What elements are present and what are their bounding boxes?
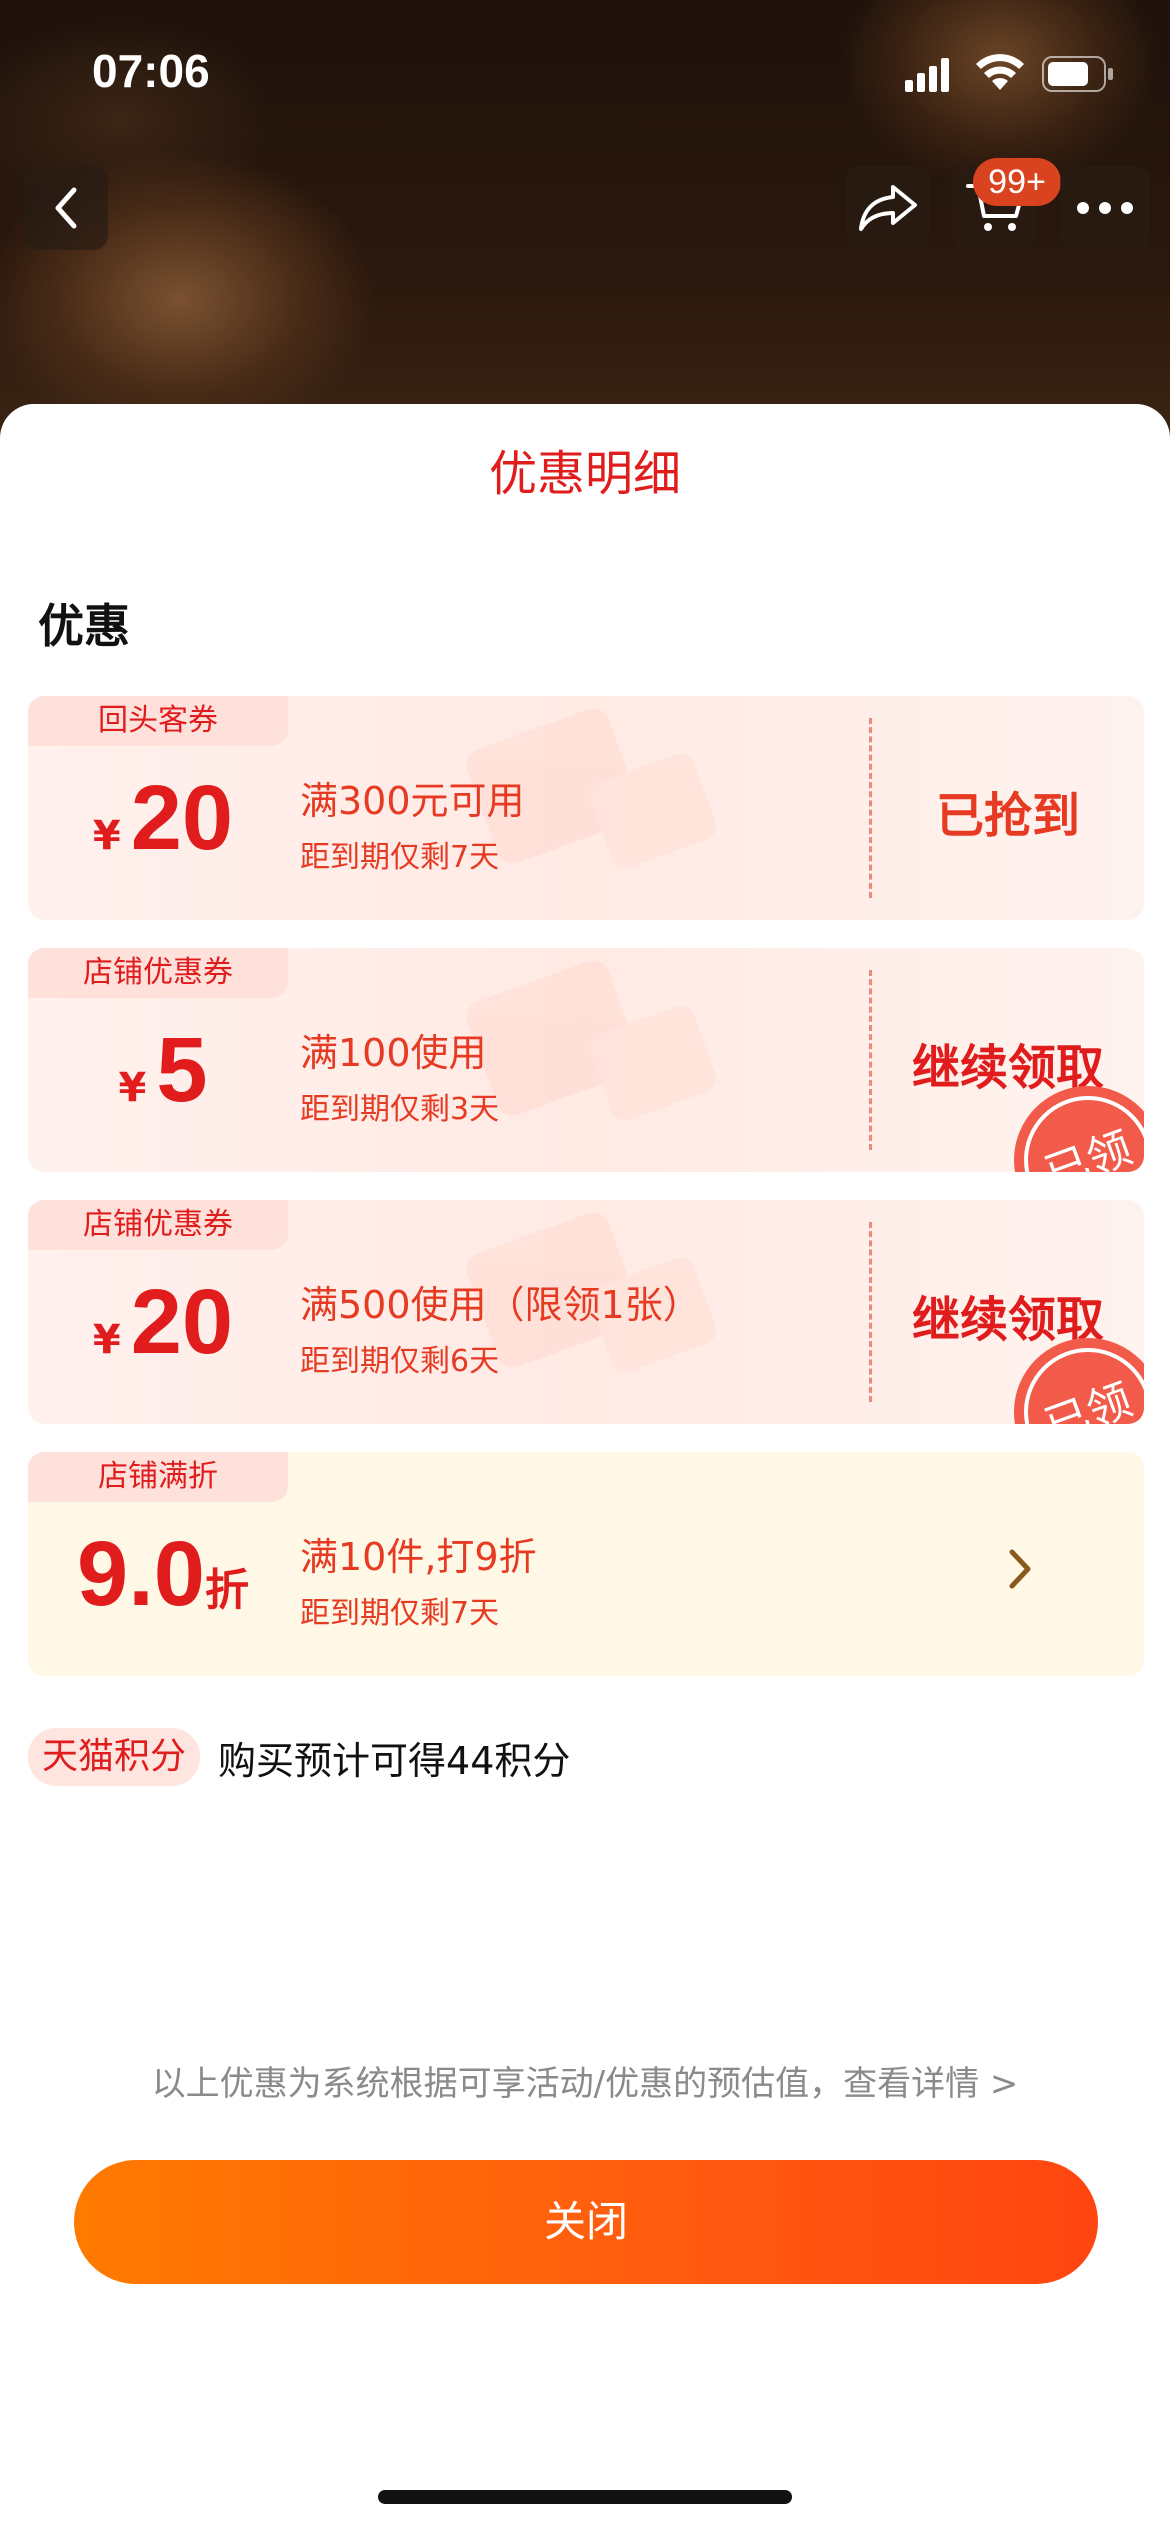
- more-dots-icon: [1077, 202, 1133, 214]
- back-button[interactable]: [24, 166, 108, 250]
- coupon-amount: ¥20: [92, 1271, 234, 1373]
- coupon-tag: 店铺优惠券: [28, 1200, 288, 1250]
- points-estimate-text: 购买预计可得44积分: [218, 1738, 571, 1783]
- cart-count-badge: 99+: [973, 158, 1061, 206]
- coupon-amount: ¥5: [118, 1019, 208, 1121]
- cellular-signal-icon: [905, 58, 949, 92]
- close-button[interactable]: 关闭: [74, 2160, 1098, 2284]
- status-bar: 07:06: [0, 0, 1170, 140]
- claimed-stamp-icon: 已领: [1014, 1338, 1144, 1424]
- coupon-expiry: 距到期仅剩6天: [300, 1344, 500, 1379]
- coupon-divider: [869, 970, 872, 1150]
- coupon-expiry: 距到期仅剩3天: [300, 1092, 500, 1127]
- home-indicator: [378, 2490, 792, 2504]
- coupon-card[interactable]: 回头客券 ¥20 满300元可用 距到期仅剩7天 已抢到: [28, 696, 1144, 920]
- share-button[interactable]: [846, 166, 930, 250]
- coupon-amount: ¥20: [92, 767, 234, 869]
- coupon-card[interactable]: 店铺优惠券 ¥20 满500使用（限领1张） 距到期仅剩6天 继续领取 已领: [28, 1200, 1144, 1424]
- claimed-stamp-icon: 已领: [1014, 1086, 1144, 1172]
- view-details-link[interactable]: 以上优惠为系统根据可享活动/优惠的预估值，查看详情 >: [0, 2056, 1170, 2105]
- tmall-points-row: 天猫积分 购买预计可得44积分: [28, 1728, 570, 1786]
- coupon-divider: [869, 718, 872, 898]
- coupon-tag: 店铺满折: [28, 1452, 288, 1502]
- tmall-points-tag: 天猫积分: [28, 1728, 201, 1786]
- coupon-tag: 回头客券: [28, 696, 288, 746]
- coupon-claimed-label: 已抢到: [935, 788, 1080, 844]
- chevron-left-icon: [55, 187, 77, 229]
- status-time: 07:06: [92, 45, 210, 97]
- coupon-tag: 店铺优惠券: [28, 948, 288, 998]
- wifi-icon: [976, 54, 1024, 90]
- coupon-condition: 满500使用（限领1张）: [300, 1283, 701, 1327]
- coupon-condition: 满300元可用: [300, 779, 525, 823]
- store-discount-card[interactable]: 店铺满折 9.0折 满10件,打9折 距到期仅剩7天: [28, 1452, 1144, 1676]
- coupon-card[interactable]: 店铺优惠券 ¥5 满100使用 距到期仅剩3天 继续领取 已领: [28, 948, 1144, 1172]
- coupon-expiry: 距到期仅剩7天: [300, 1596, 500, 1631]
- share-icon: [859, 185, 917, 231]
- coupon-decoration-icon: [466, 960, 717, 1121]
- more-button[interactable]: [1060, 166, 1150, 250]
- coupon-condition: 满10件,打9折: [300, 1535, 537, 1579]
- coupon-condition: 满100使用: [300, 1031, 487, 1075]
- battery-icon: [1042, 56, 1113, 92]
- section-title: 优惠: [38, 599, 130, 653]
- discount-amount: 9.0折: [77, 1523, 249, 1625]
- sheet-title: 优惠明细: [488, 446, 681, 502]
- coupon-expiry: 距到期仅剩7天: [300, 840, 500, 875]
- chevron-right-icon[interactable]: [1000, 1544, 1040, 1594]
- discount-details-sheet: 优惠明细 优惠 回头客券 ¥20 满300元可用 距到期仅剩7天 已抢到 店铺优…: [0, 404, 1170, 2532]
- coupon-divider: [869, 1222, 872, 1402]
